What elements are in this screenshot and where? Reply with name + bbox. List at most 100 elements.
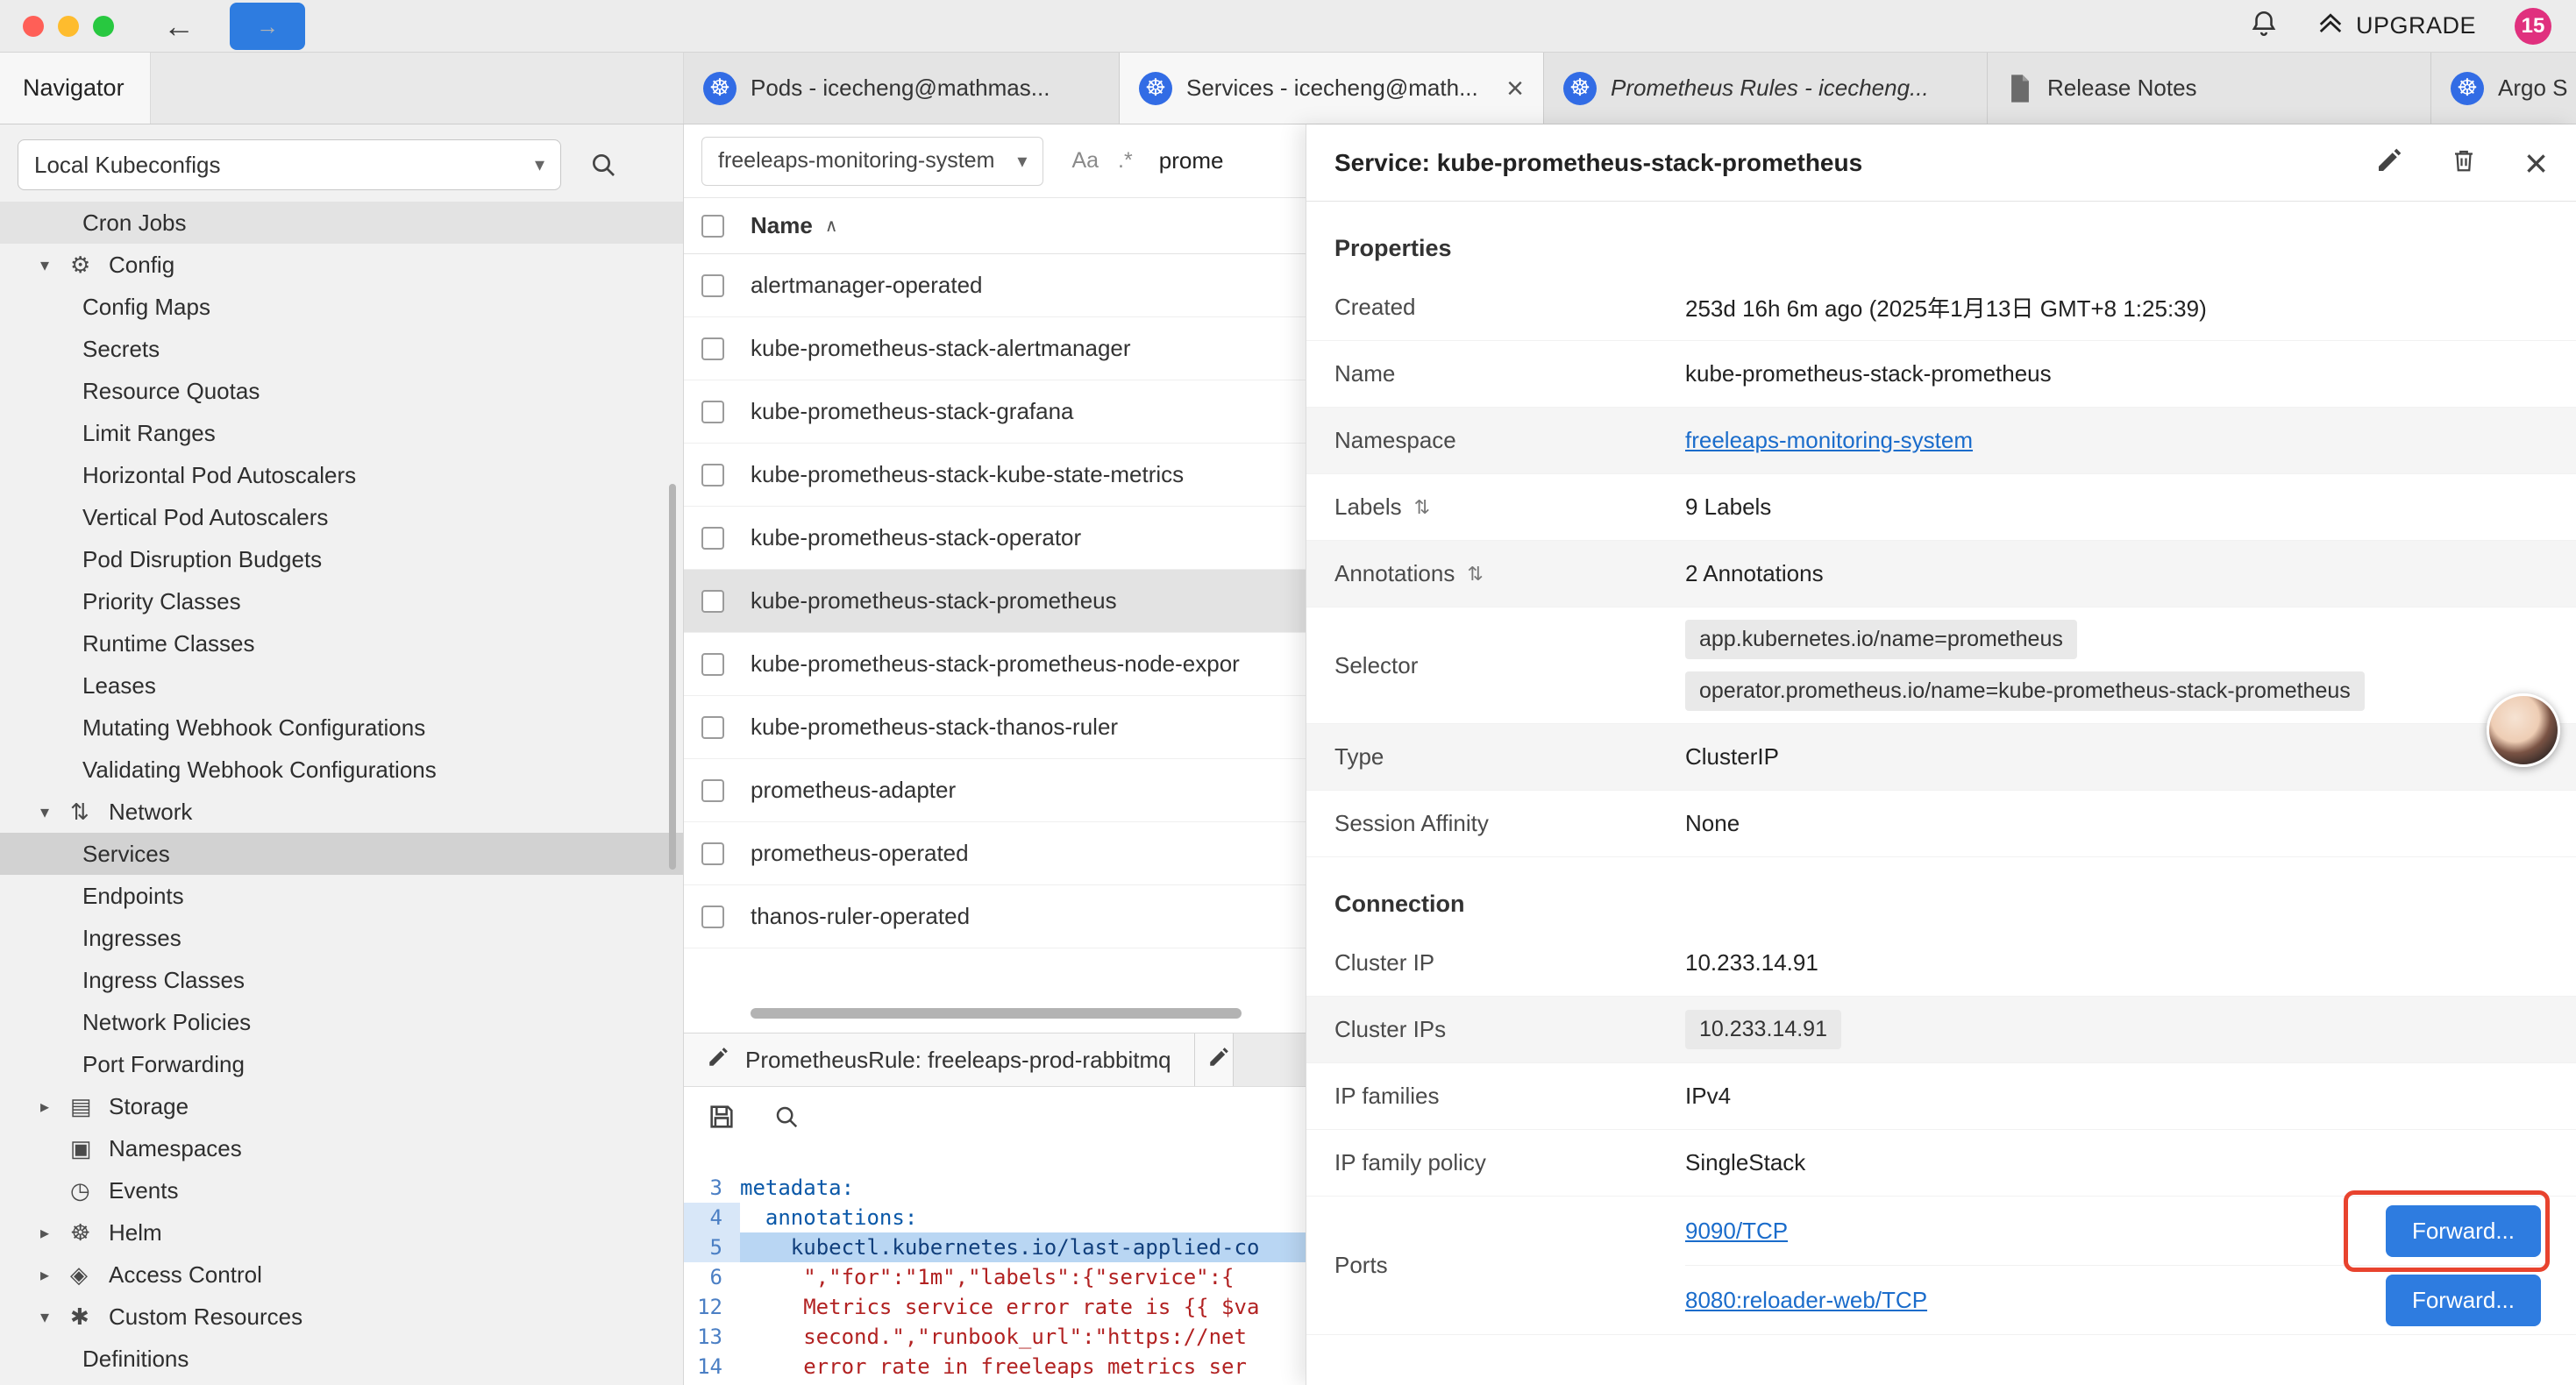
property-row-namespace: Namespacefreeleaps-monitoring-system xyxy=(1306,408,2576,474)
row-checkbox[interactable] xyxy=(701,716,724,739)
zoom-window-button[interactable] xyxy=(93,16,114,37)
sidebar-item-namespaces[interactable]: ▣Namespaces xyxy=(0,1127,683,1169)
horizontal-scrollbar[interactable] xyxy=(751,1008,1242,1019)
row-checkbox[interactable] xyxy=(701,274,724,297)
tab-pods-icecheng-mathmas[interactable]: ☸Pods - icecheng@mathmas... xyxy=(684,53,1120,124)
sidebar-item-access-control[interactable]: ▸◈Access Control xyxy=(0,1254,683,1296)
sidebar-item-vertical-pod-autoscalers[interactable]: Vertical Pod Autoscalers xyxy=(0,496,683,538)
sidebar-item-label: Priority Classes xyxy=(82,588,241,615)
sidebar-item-config-maps[interactable]: Config Maps xyxy=(0,286,683,328)
trash-icon[interactable] xyxy=(2451,146,2477,179)
tab-argo-s[interactable]: ☸Argo S xyxy=(2431,53,2576,124)
sidebar-item-priority-classes[interactable]: Priority Classes xyxy=(0,580,683,622)
chevron-down-icon[interactable]: ▾ xyxy=(40,1306,70,1328)
sidebar-item-custom-resources[interactable]: ▾✱Custom Resources xyxy=(0,1296,683,1338)
chevron-down-icon[interactable]: ▾ xyxy=(40,801,70,823)
upgrade-button[interactable]: UPGRADE xyxy=(2317,10,2476,42)
sidebar-item-definitions[interactable]: Definitions xyxy=(0,1338,683,1380)
row-checkbox[interactable] xyxy=(701,842,724,865)
sidebar-item-cron-jobs[interactable]: Cron Jobs xyxy=(0,202,683,244)
row-checkbox[interactable] xyxy=(701,906,724,928)
notifications-bell-icon[interactable] xyxy=(2249,9,2279,43)
editor-search-icon[interactable] xyxy=(773,1104,800,1134)
dock-tab-prometheusrule[interactable]: PrometheusRule: freeleaps-prod-rabbitmq xyxy=(684,1033,1195,1086)
service-name: kube-prometheus-stack-operator xyxy=(751,524,1081,551)
row-checkbox[interactable] xyxy=(701,337,724,360)
match-case-toggle[interactable]: Aa xyxy=(1071,148,1099,174)
row-checkbox[interactable] xyxy=(701,527,724,550)
sidebar-item-port-forwarding[interactable]: Port Forwarding xyxy=(0,1043,683,1085)
row-checkbox[interactable] xyxy=(701,653,724,676)
sort-icon[interactable]: ⇅ xyxy=(1467,563,1483,586)
close-tab-icon[interactable]: × xyxy=(1506,74,1524,103)
sidebar-item-endpoints[interactable]: Endpoints xyxy=(0,875,683,917)
notification-count-badge[interactable]: 15 xyxy=(2515,8,2551,45)
sidebar-item-validating-webhook-configurations[interactable]: Validating Webhook Configurations xyxy=(0,749,683,791)
close-window-button[interactable] xyxy=(23,16,44,37)
forward-button[interactable]: Forward... xyxy=(2386,1275,2541,1326)
user-avatar[interactable] xyxy=(2487,693,2560,767)
property-label: Cluster IP xyxy=(1334,949,1685,977)
sidebar-item-network[interactable]: ▾⇅Network xyxy=(0,791,683,833)
close-drawer-icon[interactable]: × xyxy=(2524,143,2548,183)
chevron-down-icon: ▾ xyxy=(1017,150,1027,173)
namespace-selector[interactable]: freeleaps-monitoring-system ▾ xyxy=(701,137,1043,186)
property-label: Cluster IPs xyxy=(1334,1016,1685,1043)
sidebar-item-secrets[interactable]: Secrets xyxy=(0,328,683,370)
forward-button[interactable]: Forward... xyxy=(2386,1205,2541,1257)
minimize-window-button[interactable] xyxy=(58,16,79,37)
sidebar-item-helm[interactable]: ▸☸Helm xyxy=(0,1211,683,1254)
select-all-checkbox[interactable] xyxy=(701,215,724,238)
sidebar-item-ingress-classes[interactable]: Ingress Classes xyxy=(0,959,683,1001)
sidebar-item-storage[interactable]: ▸▤Storage xyxy=(0,1085,683,1127)
sidebar-scrollbar[interactable] xyxy=(669,484,676,870)
tab-label: Services - icecheng@math... xyxy=(1186,75,1478,102)
line-number: 12 xyxy=(684,1292,740,1322)
sidebar-item-ingresses[interactable]: Ingresses xyxy=(0,917,683,959)
sidebar-item-events[interactable]: ◷Events xyxy=(0,1169,683,1211)
sidebar-item-network-policies[interactable]: Network Policies xyxy=(0,1001,683,1043)
property-row-labels: Labels⇅9 Labels xyxy=(1306,474,2576,541)
sidebar-item-mutating-webhook-configurations[interactable]: Mutating Webhook Configurations xyxy=(0,707,683,749)
regex-toggle[interactable]: .* xyxy=(1118,148,1133,174)
row-checkbox[interactable] xyxy=(701,401,724,423)
sidebar-item-horizontal-pod-autoscalers[interactable]: Horizontal Pod Autoscalers xyxy=(0,454,683,496)
tab-prometheus-rules-icecheng[interactable]: ☸Prometheus Rules - icecheng... xyxy=(1544,53,1988,124)
dock-tab-partial[interactable] xyxy=(1195,1033,1234,1086)
sidebar-item-limit-ranges[interactable]: Limit Ranges xyxy=(0,412,683,454)
tab-services-icecheng-math[interactable]: ☸Services - icecheng@math...× xyxy=(1120,53,1544,124)
sidebar-item-runtime-classes[interactable]: Runtime Classes xyxy=(0,622,683,664)
chevron-right-icon[interactable]: ▸ xyxy=(40,1222,70,1244)
forward-icon[interactable]: → xyxy=(230,3,305,50)
property-row-cluster-ips: Cluster IPs10.233.14.91 xyxy=(1306,997,2576,1063)
column-header-name[interactable]: Name xyxy=(751,212,813,239)
namespace-link[interactable]: freeleaps-monitoring-system xyxy=(1685,427,1973,453)
property-row-created: Created253d 16h 6m ago (2025年1月13日 GMT+8… xyxy=(1306,274,2576,341)
kubeconfig-selector[interactable]: Local Kubeconfigs ▾ xyxy=(18,139,561,190)
line-number: 14 xyxy=(684,1352,740,1381)
chevron-down-icon[interactable]: ▾ xyxy=(40,254,70,276)
sidebar-item-leases[interactable]: Leases xyxy=(0,664,683,707)
tab-release-notes[interactable]: Release Notes xyxy=(1988,53,2431,124)
save-icon[interactable] xyxy=(707,1102,737,1136)
row-checkbox[interactable] xyxy=(701,590,724,613)
sidebar-item-pod-disruption-budgets[interactable]: Pod Disruption Budgets xyxy=(0,538,683,580)
editor-tabs: ☸Pods - icecheng@mathmas...☸Services - i… xyxy=(684,53,2576,124)
row-checkbox[interactable] xyxy=(701,464,724,487)
sidebar-item-resource-quotas[interactable]: Resource Quotas xyxy=(0,370,683,412)
tab-navigator[interactable]: Navigator xyxy=(0,53,151,124)
row-checkbox[interactable] xyxy=(701,779,724,802)
code-text: ","for":"1m","labels":{"service":{ xyxy=(740,1262,1235,1292)
pencil-icon xyxy=(707,1046,729,1075)
sidebar-item-services[interactable]: Services xyxy=(0,833,683,875)
port-link[interactable]: 9090/TCP xyxy=(1685,1218,1788,1245)
chevron-right-icon[interactable]: ▸ xyxy=(40,1264,70,1286)
sort-icon[interactable]: ⇅ xyxy=(1414,496,1430,519)
back-icon[interactable]: ← xyxy=(163,11,195,42)
sidebar-search-icon[interactable] xyxy=(589,151,617,179)
line-number: 5 xyxy=(684,1232,740,1262)
chevron-right-icon[interactable]: ▸ xyxy=(40,1096,70,1118)
port-link[interactable]: 8080:reloader-web/TCP xyxy=(1685,1287,1927,1314)
edit-pencil-icon[interactable] xyxy=(2375,146,2403,179)
sidebar-item-config[interactable]: ▾⚙Config xyxy=(0,244,683,286)
